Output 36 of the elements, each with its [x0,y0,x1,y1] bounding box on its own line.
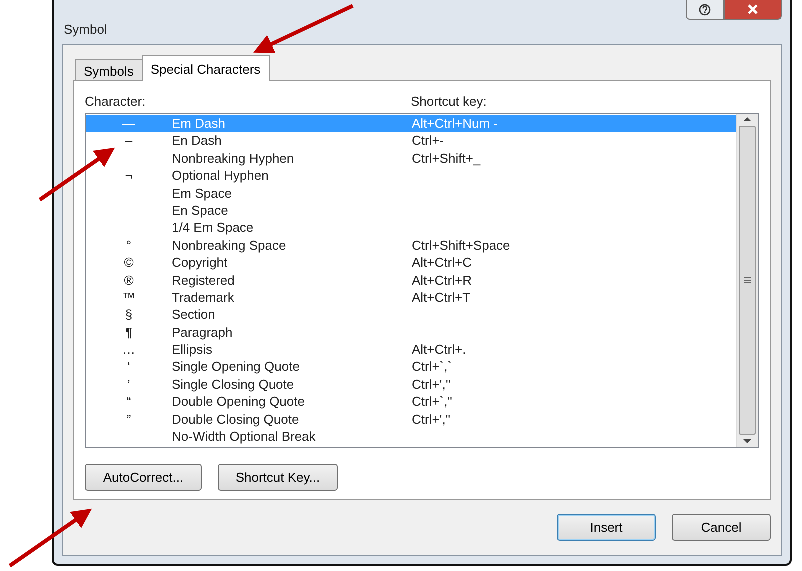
list-row[interactable]: ” Double Closing Quote Ctrl+'," [86,410,736,428]
insert-button[interactable]: Insert [557,514,656,541]
column-header: Shortcut key: [411,93,487,112]
list-row[interactable]: … Ellipsis Alt+Ctrl+. [86,340,736,358]
list-row[interactable]: ° Nonbreaking Space Ctrl+Shift+Space [86,236,736,254]
list-row[interactable]: ™ Trademark Alt+Ctrl+T [86,288,736,306]
scrollbar[interactable] [736,114,758,447]
list-row[interactable]: En Space [86,202,736,220]
list-row[interactable]: Nonbreaking Hyphen Ctrl+Shift+_ [86,150,736,167]
list-row[interactable]: ¶ Paragraph [86,324,736,341]
list-row[interactable]: § Section [86,306,736,324]
scroll-down-icon[interactable] [743,439,752,445]
list-row[interactable]: Em Space [86,184,736,202]
tab[interactable]: Special Characters [142,55,270,81]
list-row[interactable]: ‘ Single Opening Quote Ctrl+`,` [86,358,736,376]
scroll-up-icon[interactable] [743,116,752,122]
list-row[interactable]: ® Registered Alt+Ctrl+R [86,271,736,289]
close-icon [747,4,759,15]
list-row[interactable]: “ Double Opening Quote Ctrl+`," [86,393,736,410]
cancel-button[interactable]: Cancel [672,514,771,541]
help-button[interactable] [686,0,724,20]
list-row[interactable]: ¬ Optional Hyphen [86,166,736,184]
autocorrect-button[interactable]: AutoCorrect... [85,464,202,491]
list-row[interactable]: ’ Single Closing Quote Ctrl+','' [86,376,736,394]
scroll-thumb[interactable] [739,126,756,435]
list-row[interactable]: No-Width Optional Break [86,428,736,446]
window-title: Symbol [64,21,108,39]
close-button[interactable] [724,0,782,20]
column-header: Character: [85,93,147,112]
list-row[interactable]: – En Dash Ctrl+- [86,132,736,150]
grip-icon [744,276,751,284]
list-row[interactable]: 1/4 Em Space [86,219,736,237]
tab[interactable]: Symbols [75,59,143,81]
list-row[interactable]: © Copyright Alt+Ctrl+C [86,254,736,272]
shortcut-key-button[interactable]: Shortcut Key... [218,464,338,491]
help-icon [699,4,711,16]
